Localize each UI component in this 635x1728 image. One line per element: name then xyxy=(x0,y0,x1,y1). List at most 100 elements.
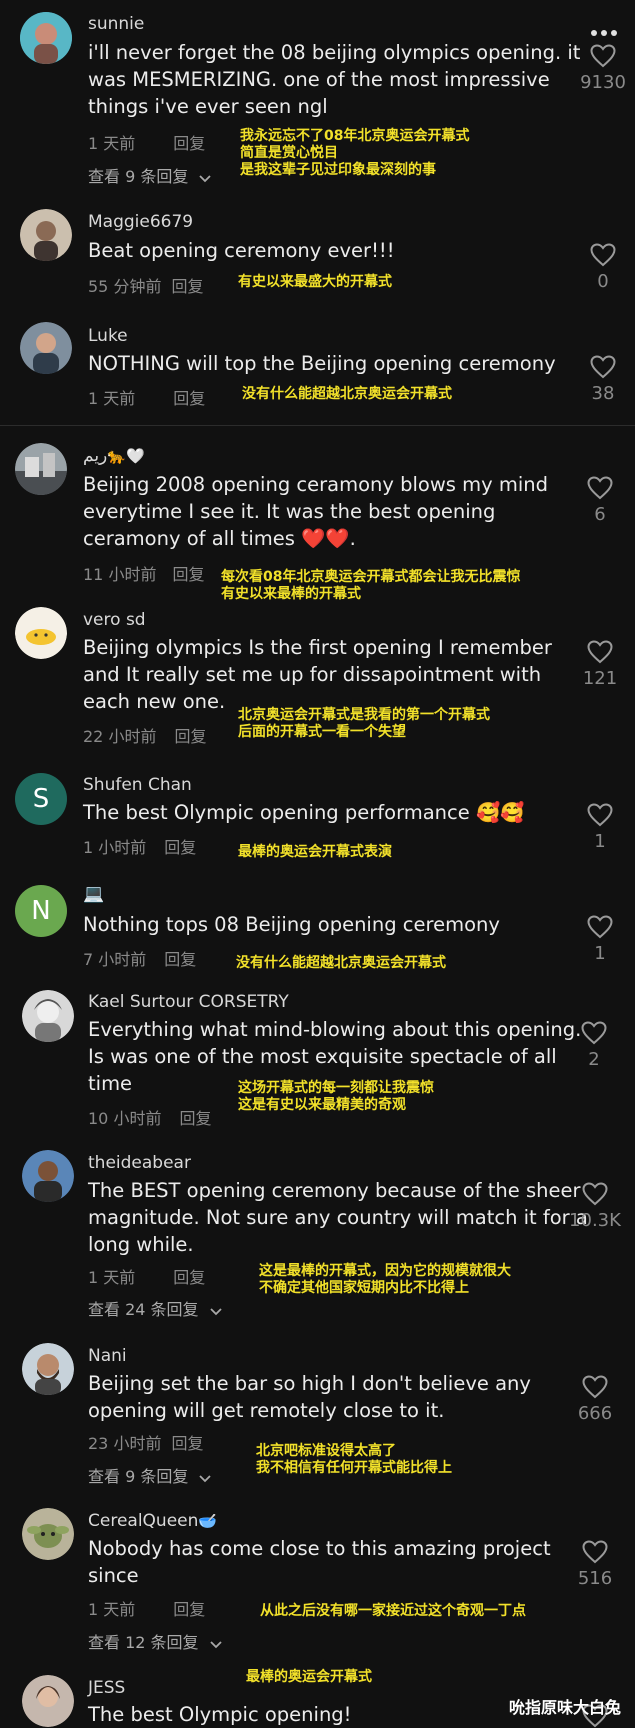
comment-meta: 1 天前 回复 xyxy=(88,385,205,409)
reply-button[interactable]: 回复 xyxy=(173,134,205,153)
heart-icon xyxy=(568,44,635,68)
like-count: 2 xyxy=(588,1049,600,1070)
avatar[interactable] xyxy=(22,990,74,1042)
username[interactable]: Kael Surtour CORSETRY xyxy=(88,992,289,1012)
comment-meta: 1 小时前 回复 xyxy=(83,834,196,858)
translation-caption: 每次看08年北京奥运会开幕式都会让我无比震惊 有史以来最棒的开幕式 xyxy=(221,569,521,602)
reply-button[interactable]: 回复 xyxy=(173,389,205,408)
username[interactable]: Shufen Chan xyxy=(83,775,192,795)
username[interactable]: JESS xyxy=(88,1678,125,1698)
comment-text: Beijing olympics Is the first opening I … xyxy=(83,636,552,713)
like-count: 0 xyxy=(597,271,609,292)
chevron-down-icon xyxy=(210,1301,222,1320)
heart-icon xyxy=(557,1182,633,1206)
username[interactable]: sunnie xyxy=(88,14,144,34)
heart-icon xyxy=(560,1375,630,1399)
translation-caption: 北京奥运会开幕式是我看的第一个开幕式 后面的开幕式一看一个失望 xyxy=(238,707,490,740)
avatar[interactable]: N xyxy=(15,885,67,937)
comment-meta: 1 天前 回复 xyxy=(88,1264,205,1288)
view-replies-button[interactable]: 查看 9 条回复 xyxy=(88,1463,212,1487)
avatar[interactable] xyxy=(22,1343,74,1395)
watermark: 吮指原味大白兔 xyxy=(508,1698,621,1717)
translation-caption: 北京吧标准设得太高了 我不相信有任何开幕式能比得上 xyxy=(256,1443,452,1476)
username[interactable]: 💻 xyxy=(83,884,104,904)
reply-button[interactable]: 回复 xyxy=(179,1109,211,1128)
reply-button[interactable]: 回复 xyxy=(171,277,203,296)
username[interactable]: Maggie6679 xyxy=(88,212,193,232)
comment-text: The BEST opening ceremony because of the… xyxy=(88,1179,588,1256)
avatar[interactable] xyxy=(22,1150,74,1202)
avatar-initial: S xyxy=(32,784,50,814)
avatar[interactable] xyxy=(15,443,67,495)
like-button[interactable]: 121 xyxy=(565,640,635,689)
comment-meta: 55 分钟前 回复 xyxy=(88,273,203,297)
like-count: 38 xyxy=(591,383,615,404)
avatar-initial: N xyxy=(31,896,51,926)
timestamp: 1 天前 xyxy=(88,1268,136,1287)
comment-text: Beijing set the bar so high I don't beli… xyxy=(88,1372,531,1422)
like-button[interactable]: 10.3K xyxy=(557,1182,633,1231)
reply-button[interactable]: 回复 xyxy=(173,1268,205,1287)
username[interactable]: CerealQueen🥣 xyxy=(88,1511,217,1531)
like-button[interactable]: 6 xyxy=(565,476,635,525)
avatar[interactable] xyxy=(20,209,72,261)
timestamp: 55 分钟前 xyxy=(88,277,162,296)
username[interactable]: theideabear xyxy=(88,1153,191,1173)
like-button[interactable]: 516 xyxy=(560,1540,630,1589)
avatar[interactable]: S xyxy=(15,773,67,825)
avatar[interactable] xyxy=(22,1508,74,1560)
translation-caption: 从此之后没有哪一家接近过这个奇观一丁点 xyxy=(260,1603,526,1619)
username[interactable]: Nani xyxy=(88,1346,127,1366)
reply-button[interactable]: 回复 xyxy=(172,565,204,584)
reply-button[interactable]: 回复 xyxy=(173,1600,205,1619)
like-count: 1 xyxy=(594,943,606,964)
translation-caption: 没有什么能超越北京奥运会开幕式 xyxy=(242,386,452,402)
reply-button[interactable]: 回复 xyxy=(164,838,196,857)
more-options-icon[interactable] xyxy=(590,22,618,41)
comment-meta: 1 天前 回复 xyxy=(88,1596,205,1620)
username[interactable]: Luke xyxy=(88,326,128,346)
like-count: 6 xyxy=(594,504,606,525)
timestamp: 1 天前 xyxy=(88,1600,136,1619)
comment-meta: 11 小时前 回复 xyxy=(83,561,204,585)
translation-caption: 我永远忘不了08年北京奥运会开幕式 简直是赏心悦目 是我这辈子见过印象最深刻的事 xyxy=(240,128,470,178)
like-count: 1 xyxy=(594,831,606,852)
reply-button[interactable]: 回复 xyxy=(164,950,196,969)
like-button[interactable]: 9130 xyxy=(568,44,635,93)
translation-caption: 有史以来最盛大的开幕式 xyxy=(238,274,392,290)
username[interactable]: vero sd xyxy=(83,610,146,630)
timestamp: 1 小时前 xyxy=(83,838,147,857)
avatar[interactable] xyxy=(20,12,72,64)
avatar[interactable] xyxy=(22,1675,74,1727)
like-button[interactable]: 1 xyxy=(565,915,635,964)
like-count: 9130 xyxy=(580,72,626,93)
avatar[interactable] xyxy=(15,607,67,659)
view-replies-button[interactable]: 查看 24 条回复 xyxy=(88,1296,222,1320)
username[interactable]: ريم🐆🤍 xyxy=(83,446,145,466)
timestamp: 22 小时前 xyxy=(83,727,157,746)
like-button[interactable]: 2 xyxy=(559,1021,629,1070)
like-button[interactable]: 38 xyxy=(568,355,635,404)
view-replies-button[interactable]: 查看 12 条回复 xyxy=(88,1629,222,1653)
comment-text: The best Olympic opening! xyxy=(88,1703,352,1726)
like-button[interactable]: 1 xyxy=(565,803,635,852)
comment-text: i'll never forget the 08 beijing olympic… xyxy=(88,41,581,118)
translation-caption: 最棒的奥运会开幕式 xyxy=(246,1669,372,1685)
timestamp: 10 小时前 xyxy=(88,1109,162,1128)
heart-icon xyxy=(565,915,635,939)
heart-icon xyxy=(568,243,635,267)
like-button[interactable]: 666 xyxy=(560,1375,630,1424)
like-count: 10.3K xyxy=(569,1210,621,1231)
like-count: 121 xyxy=(582,668,618,689)
reply-button[interactable]: 回复 xyxy=(171,1434,203,1453)
like-count: 516 xyxy=(577,1568,613,1589)
translation-caption: 这场开幕式的每一刻都让我震惊 这是有史以来最精美的奇观 xyxy=(238,1080,434,1113)
comment-meta: 23 小时前 回复 xyxy=(88,1430,203,1454)
reply-button[interactable]: 回复 xyxy=(174,727,206,746)
comment-text: The best Olympic opening performance 🥰🥰 xyxy=(83,801,525,824)
avatar[interactable] xyxy=(20,322,72,374)
like-button[interactable]: 0 xyxy=(568,243,635,292)
comment-meta: 22 小时前 回复 xyxy=(83,723,206,747)
view-replies-button[interactable]: 查看 9 条回复 xyxy=(88,163,212,187)
comment-feed: sunnie i'll never forget the 08 beijing … xyxy=(0,0,635,1728)
